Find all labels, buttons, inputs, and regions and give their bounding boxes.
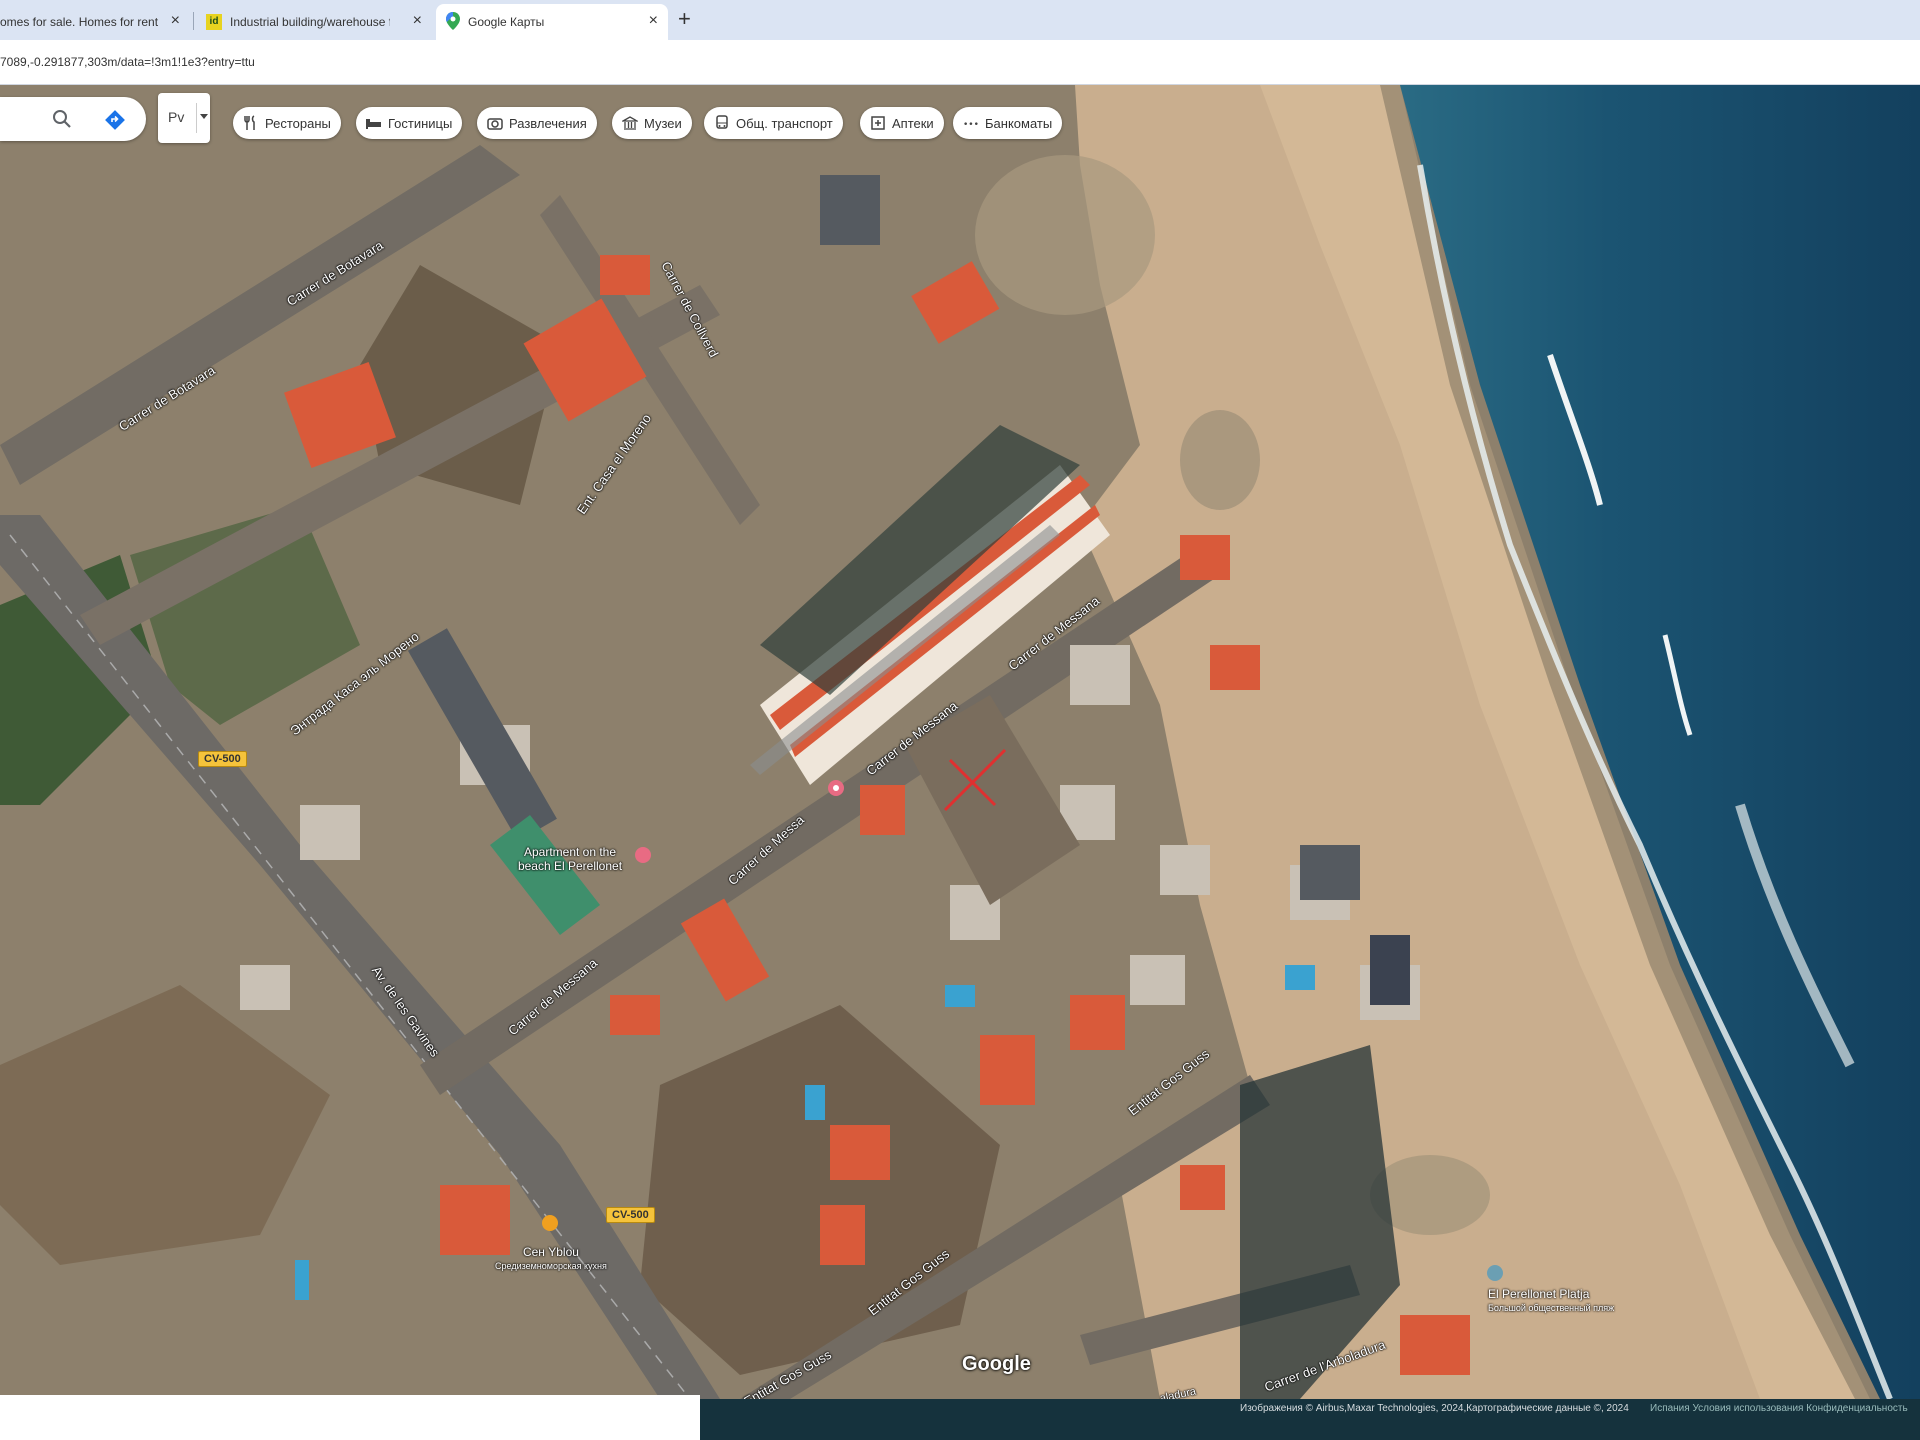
layer-toggle-button[interactable]: Рv xyxy=(158,93,210,143)
tab-homes-for-sale[interactable]: omes for sale. Homes for rent × xyxy=(0,4,190,40)
museum-icon xyxy=(620,115,640,131)
close-icon[interactable]: × xyxy=(413,12,422,30)
poi-restaurant-name: Ceн Yblou xyxy=(522,1245,579,1259)
attribution-text: Изображения © Airbus,Maxar Technologies,… xyxy=(1240,1403,1629,1414)
google-logo: Google xyxy=(962,1353,1031,1375)
road-sign-cv500: CV-500 xyxy=(198,751,247,767)
url-text[interactable]: 7089,-0.291877,303m/data=!3m1!1e3?entry=… xyxy=(0,55,255,69)
poi-beach-name: El Perellonet Platja xyxy=(1488,1287,1590,1301)
poi-restaurant-category: Средиземноморская кухня xyxy=(495,1261,607,1271)
chip-museums[interactable]: Музеи xyxy=(612,107,692,139)
chip-atms[interactable]: ••• Банкоматы xyxy=(953,107,1063,139)
atm-icon: ••• xyxy=(963,115,979,131)
poi-beach-label[interactable]: El Perellonet Platja Большой общественны… xyxy=(1488,1287,1614,1315)
poi-apartment-label[interactable]: Apartment on the beach El Perellonet xyxy=(510,845,630,873)
chip-public-transport[interactable]: Общ. транспорт xyxy=(704,107,843,139)
satellite-imagery xyxy=(0,85,1920,1399)
chip-label: Аптеки xyxy=(892,115,934,131)
divider xyxy=(196,103,197,133)
chip-pharmacies[interactable]: Аптеки xyxy=(860,107,944,139)
idealista-favicon-icon: id xyxy=(206,14,222,30)
chip-label: Музеи xyxy=(644,115,682,131)
chevron-down-icon[interactable] xyxy=(200,114,208,119)
chip-label: Общ. транспорт xyxy=(736,115,833,131)
satellite-map[interactable]: Рv Рестораны Гостиницы Развлечения Музеи… xyxy=(0,85,1920,1399)
maps-pin-icon xyxy=(446,11,460,33)
svg-text:•••: ••• xyxy=(963,120,979,130)
poi-beach-category: Большой общественный пляж xyxy=(1488,1303,1615,1313)
camera-icon xyxy=(487,115,503,131)
tab-title: Google Карты xyxy=(468,15,545,29)
address-bar[interactable]: 7089,-0.291877,303m/data=!3m1!1e3?entry=… xyxy=(0,40,1920,85)
chip-entertainment[interactable]: Развлечения xyxy=(477,107,597,139)
bus-icon xyxy=(714,115,730,131)
tab-separator xyxy=(193,12,194,30)
browser-tab-bar: omes for sale. Homes for rent × id Indus… xyxy=(0,0,1920,40)
chip-label: Гостиницы xyxy=(388,115,453,131)
poi-restaurant-label[interactable]: Ceн Yblou Средиземноморская кухня xyxy=(495,1245,607,1273)
tab-industrial-building[interactable]: id Industrial building/warehouse f × xyxy=(196,4,432,40)
layer-label: Рv xyxy=(168,109,185,125)
chip-restaurants[interactable]: Рестораны xyxy=(233,107,341,139)
directions-icon[interactable] xyxy=(104,109,126,136)
new-tab-button[interactable]: + xyxy=(678,6,691,32)
chip-hotels[interactable]: Гостиницы xyxy=(356,107,463,139)
redacted-area xyxy=(0,1395,700,1440)
tab-google-maps[interactable]: Google Карты × xyxy=(436,4,668,40)
chip-label: Рестораны xyxy=(265,115,331,131)
tab-title: Industrial building/warehouse f xyxy=(230,15,390,29)
close-icon[interactable]: × xyxy=(649,12,658,30)
pharmacy-icon xyxy=(870,115,886,131)
search-icon[interactable] xyxy=(52,109,72,134)
attribution-links[interactable]: Испания Условия использования Конфиденци… xyxy=(1650,1403,1908,1414)
tab-title: omes for sale. Homes for rent xyxy=(0,15,159,29)
search-box[interactable] xyxy=(0,97,146,141)
chip-label: Банкоматы xyxy=(985,115,1053,131)
road-sign-cv500: CV-500 xyxy=(606,1207,655,1223)
chip-label: Развлечения xyxy=(509,115,587,131)
close-icon[interactable]: × xyxy=(171,12,180,30)
bed-icon xyxy=(366,115,382,131)
fork-knife-icon xyxy=(243,115,259,131)
